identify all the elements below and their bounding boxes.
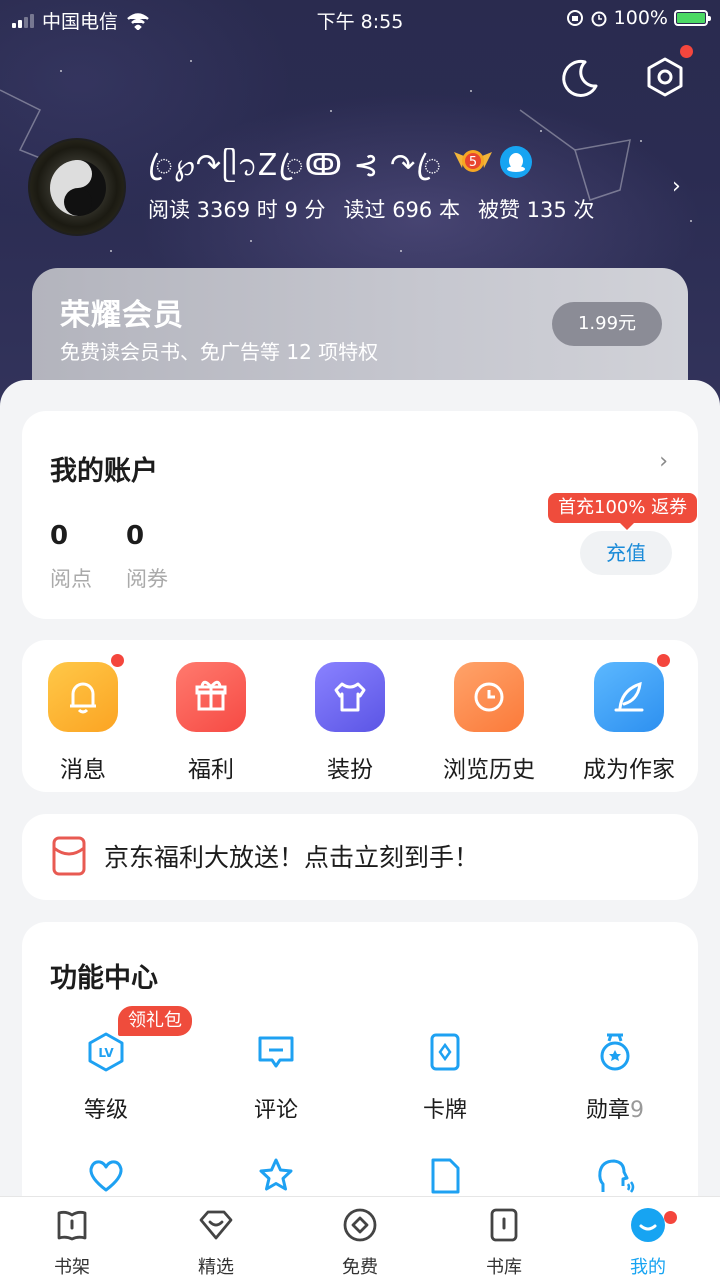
vip-membership-card[interactable]: 荣耀会员 免费读会员书、免广告等 12 项特权 1.99元 (32, 268, 688, 388)
gift-package-tag: 领礼包 (118, 1006, 192, 1036)
rotation-lock-icon (566, 10, 583, 26)
history-label[interactable]: 浏览历史 (419, 750, 559, 784)
recharge-button[interactable]: 充值 (580, 531, 672, 575)
me-icon (631, 1208, 665, 1242)
function-center-title: 功能中心 (50, 963, 158, 994)
star-icon[interactable] (256, 1156, 296, 1196)
first-recharge-promo-badge: 首充100% 返券 (548, 493, 698, 530)
qq-icon (500, 146, 532, 178)
featured-icon (199, 1210, 233, 1240)
author-pen-icon[interactable] (594, 662, 664, 732)
battery-percent: 100% (613, 7, 668, 29)
gift-icon[interactable] (176, 662, 246, 732)
read-points-value: 0 (50, 521, 69, 551)
tab-bookshelf-label: 书架 (54, 1257, 90, 1278)
history-icon[interactable] (454, 662, 524, 732)
message-label[interactable]: 消息 (13, 750, 153, 784)
level-number: 5 (469, 155, 477, 170)
status-bar: 中国电信 下午 8:55 100% (0, 0, 720, 40)
tab-featured[interactable]: 精选 (144, 1197, 288, 1280)
red-envelope-icon (52, 836, 86, 876)
me-notification-dot (664, 1211, 677, 1224)
dress-up-label[interactable]: 装扮 (280, 750, 420, 784)
document-icon[interactable] (425, 1156, 465, 1196)
card-label[interactable]: 卡牌 (360, 1092, 530, 1124)
medal-label-group[interactable]: 勋章9 (530, 1092, 700, 1124)
account-title: 我的账户 (50, 456, 158, 487)
vouchers-label: 阅券 (126, 567, 168, 591)
jd-promo-banner[interactable]: 京东福利大放送！点击立刻到手！ (22, 814, 698, 900)
likes-received: 被赞 135 次 (477, 198, 595, 222)
become-author-label[interactable]: 成为作家 (559, 750, 699, 784)
heart-icon[interactable] (86, 1156, 126, 1196)
alarm-icon (591, 11, 607, 27)
level-label[interactable]: 等级 (21, 1092, 191, 1124)
tab-featured-label: 精选 (198, 1257, 234, 1278)
night-mode-icon[interactable] (558, 56, 602, 100)
chevron-right-icon[interactable]: › (672, 174, 681, 199)
free-icon (343, 1208, 377, 1242)
read-points-label: 阅点 (50, 567, 92, 591)
account-card[interactable]: 我的账户 › 0 阅点 0 阅券 首充100% 返券 充值 (22, 411, 698, 619)
dress-up-icon[interactable] (315, 662, 385, 732)
reading-time: 阅读 3369 时 9 分 (148, 198, 326, 222)
voice-icon[interactable] (595, 1156, 635, 1196)
comment-icon[interactable] (256, 1032, 296, 1072)
message-notification-dot (111, 654, 124, 667)
vip-title: 荣耀会员 (60, 298, 184, 333)
books-read: 读过 696 本 (343, 198, 460, 222)
tab-library[interactable]: 书库 (432, 1197, 576, 1280)
settings-icon[interactable] (642, 54, 688, 100)
chevron-right-icon[interactable]: › (659, 449, 668, 474)
tab-free[interactable]: 免费 (288, 1197, 432, 1280)
medal-label: 勋章 (585, 1098, 630, 1123)
tab-me[interactable]: 我的 (576, 1197, 720, 1280)
yin-yang-avatar-image (50, 160, 106, 216)
vip-subtitle: 免费读会员书、免广告等 12 项特权 (60, 340, 379, 364)
quick-actions-card: 消息 福利 装扮 浏览历史 成为作家 (22, 640, 698, 792)
card-icon[interactable] (425, 1032, 465, 1072)
tab-bookshelf[interactable]: 书架 (0, 1197, 144, 1280)
bookshelf-icon (57, 1210, 87, 1241)
library-icon (490, 1208, 518, 1242)
comment-label[interactable]: 评论 (191, 1092, 361, 1124)
tab-free-label: 免费 (342, 1257, 378, 1278)
battery-icon (674, 10, 711, 26)
bottom-tab-bar: 书架 精选 免费 书库 我的 (0, 1196, 720, 1280)
avatar[interactable] (28, 138, 126, 236)
level-badge-icon: 5 (454, 150, 492, 172)
author-notification-dot (657, 654, 670, 667)
vip-price-button[interactable]: 1.99元 (552, 302, 662, 346)
medal-count: 9 (630, 1098, 644, 1123)
tab-library-label: 书库 (486, 1257, 522, 1278)
reading-stats: 阅读 3369 时 9 分 读过 696 本 被赞 135 次 (148, 194, 594, 224)
settings-notification-dot (680, 45, 693, 58)
medal-icon[interactable] (595, 1032, 635, 1072)
level-icon[interactable]: LV (86, 1032, 126, 1072)
svg-text:LV: LV (98, 1046, 114, 1060)
tab-me-label: 我的 (630, 1257, 666, 1278)
message-icon[interactable] (48, 662, 118, 732)
welfare-label[interactable]: 福利 (141, 750, 281, 784)
vouchers-value: 0 (126, 521, 145, 551)
function-center-card: 功能中心 LV 领礼包 等级 评论 卡牌 勋章9 (22, 922, 698, 1242)
jd-promo-text: 京东福利大放送！点击立刻到手！ (104, 843, 480, 872)
